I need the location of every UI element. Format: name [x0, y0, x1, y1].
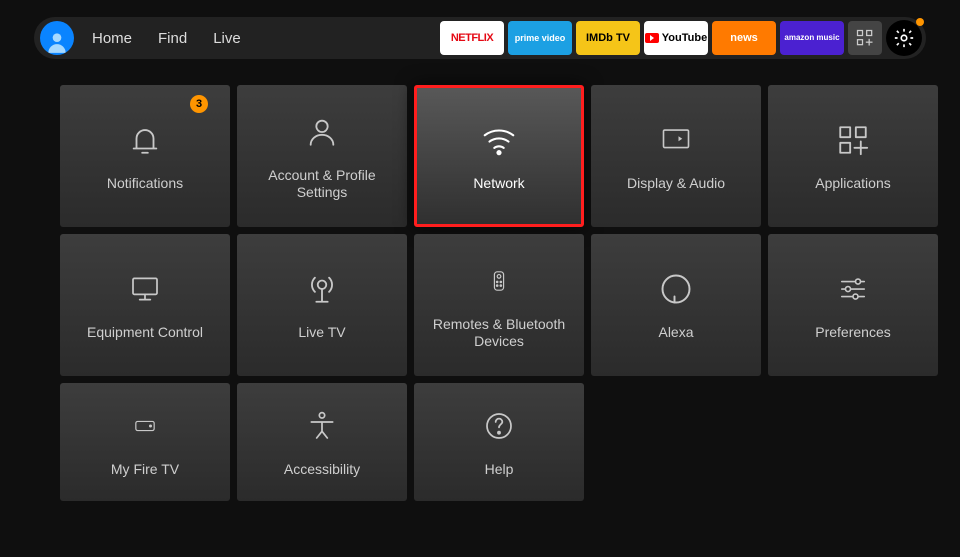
tile-label: Remotes & Bluetooth Devices — [414, 316, 584, 351]
prime-video-label: prime video — [515, 34, 566, 43]
bell-icon — [124, 119, 166, 161]
monitor-icon — [124, 268, 166, 310]
settings-grid: 3 Notifications Account & Profile Settin… — [60, 85, 960, 525]
wifi-icon — [478, 119, 520, 161]
tile-accessibility[interactable]: Accessibility — [237, 383, 407, 501]
tile-label: Applications — [805, 175, 901, 193]
sliders-icon — [832, 268, 874, 310]
tile-label: Network — [463, 175, 534, 193]
app-tile-youtube[interactable]: YouTube — [644, 21, 708, 55]
settings-gear-button[interactable] — [886, 20, 922, 56]
tile-label: Help — [475, 461, 524, 479]
tile-label: Account & Profile Settings — [237, 167, 407, 202]
tile-preferences[interactable]: Preferences — [768, 234, 938, 376]
remote-icon — [478, 260, 520, 302]
nav-find[interactable]: Find — [158, 30, 187, 47]
alexa-ring-icon — [655, 268, 697, 310]
app-tile-prime-video[interactable]: prime video — [508, 21, 572, 55]
user-icon — [301, 111, 343, 153]
antenna-icon — [301, 268, 343, 310]
help-icon — [478, 405, 520, 447]
settings-notification-dot — [916, 18, 924, 26]
tile-label: Equipment Control — [77, 324, 213, 342]
tile-account-profile[interactable]: Account & Profile Settings — [237, 85, 407, 227]
accessibility-icon — [301, 405, 343, 447]
tile-label: Alexa — [648, 324, 703, 342]
tile-applications[interactable]: Applications — [768, 85, 938, 227]
tile-network[interactable]: Network — [414, 85, 584, 227]
tile-help[interactable]: Help — [414, 383, 584, 501]
all-apps-button[interactable] — [848, 21, 882, 55]
nav-live[interactable]: Live — [213, 30, 241, 47]
youtube-label: YouTube — [662, 32, 707, 44]
apps-grid-icon — [832, 119, 874, 161]
tile-label: Display & Audio — [617, 175, 735, 193]
tile-equipment-control[interactable]: Equipment Control — [60, 234, 230, 376]
tile-label: Preferences — [805, 324, 900, 342]
app-tile-news[interactable]: news — [712, 21, 776, 55]
nav-links: Home Find Live — [92, 30, 241, 47]
profile-avatar[interactable] — [40, 21, 74, 55]
device-icon — [124, 405, 166, 447]
tile-label: Live TV — [288, 324, 355, 342]
tile-remotes-bluetooth[interactable]: Remotes & Bluetooth Devices — [414, 234, 584, 376]
app-tile-netflix[interactable]: NETFLIX — [440, 21, 504, 55]
display-icon — [655, 119, 697, 161]
settings-button-wrap — [886, 20, 922, 56]
tile-display-audio[interactable]: Display & Audio — [591, 85, 761, 227]
tile-live-tv[interactable]: Live TV — [237, 234, 407, 376]
app-tile-imdb-tv[interactable]: IMDb TV — [576, 21, 640, 55]
tile-label: Accessibility — [274, 461, 370, 479]
tile-label: My Fire TV — [101, 461, 189, 479]
app-tile-amazon-music[interactable]: amazon music — [780, 21, 844, 55]
tile-alexa[interactable]: Alexa — [591, 234, 761, 376]
tile-label: Notifications — [97, 175, 193, 193]
tile-my-fire-tv[interactable]: My Fire TV — [60, 383, 230, 501]
nav-home[interactable]: Home — [92, 30, 132, 47]
top-navigation-bar: Home Find Live NETFLIX prime video IMDb … — [34, 17, 926, 59]
tile-notifications[interactable]: 3 Notifications — [60, 85, 230, 227]
notifications-badge: 3 — [190, 95, 208, 113]
youtube-play-icon — [645, 33, 659, 43]
